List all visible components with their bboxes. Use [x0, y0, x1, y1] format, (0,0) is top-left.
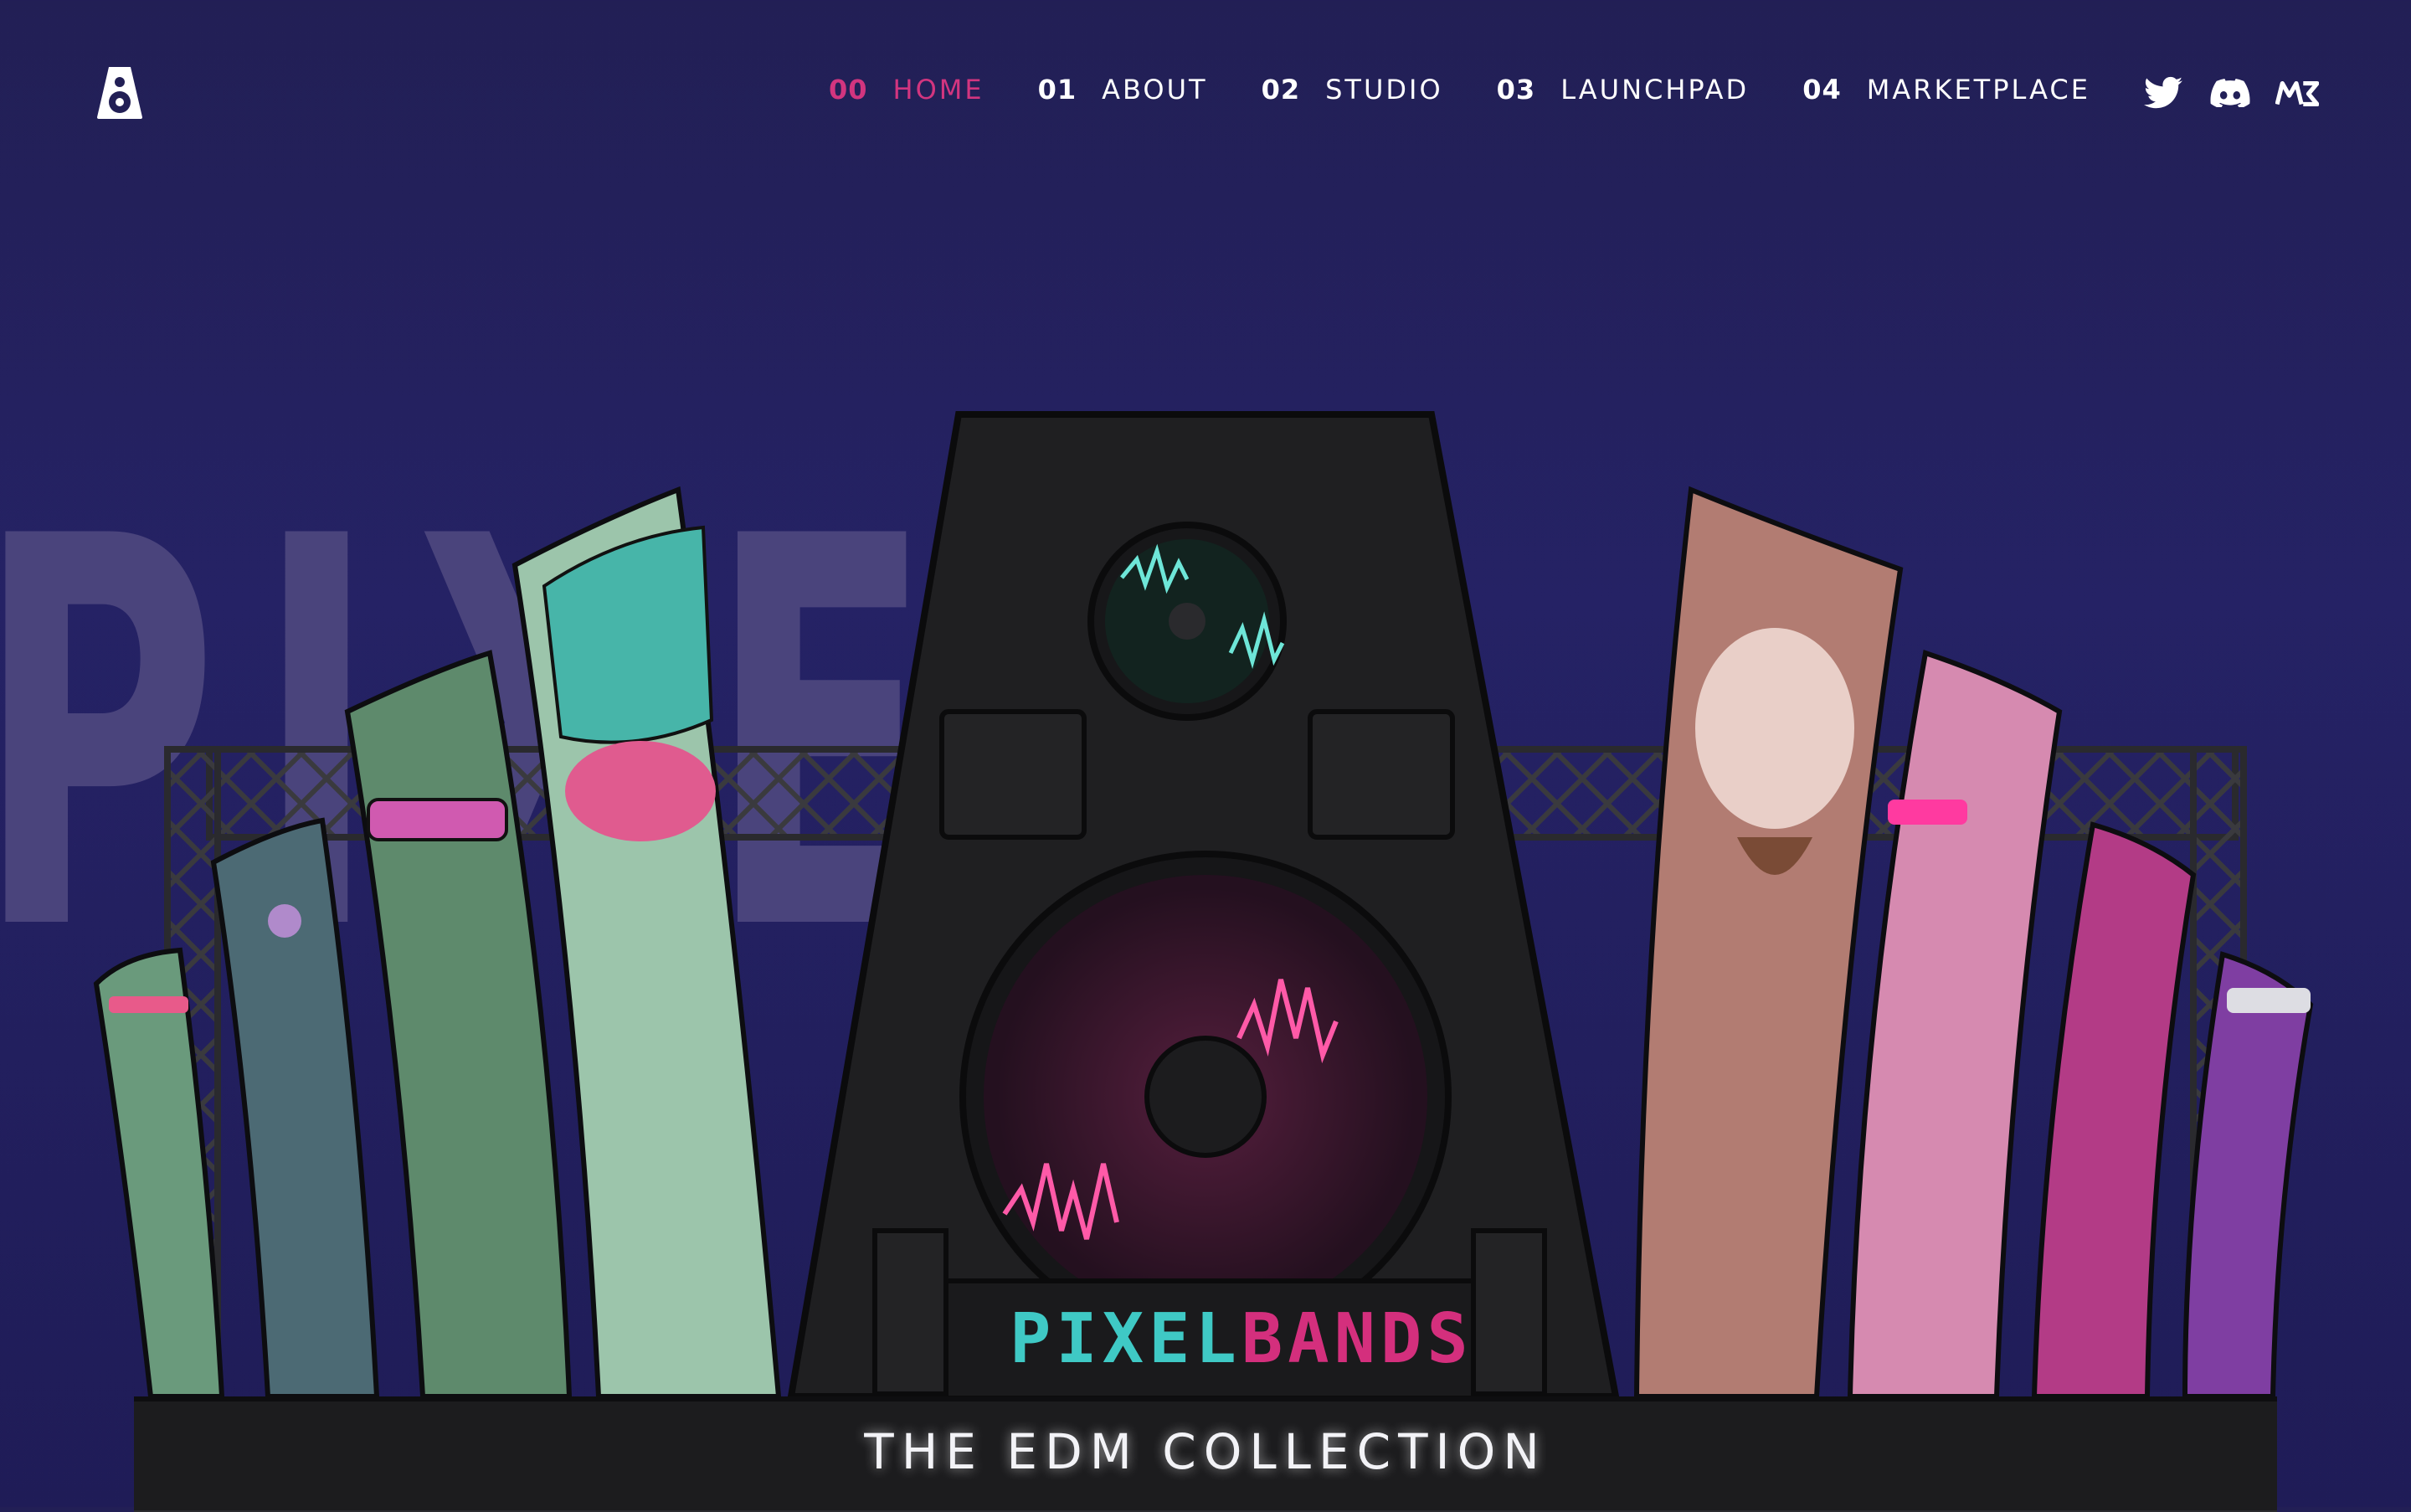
discord-icon[interactable] [2208, 74, 2252, 112]
main-nav: 00 HOME 01 ABOUT 02 STUDIO 03 LAUNCHPAD … [829, 74, 2144, 105]
nav-number: 02 [1261, 74, 1301, 105]
nav-item-home[interactable]: 00 HOME [829, 74, 984, 105]
brand-name-part1: PIXEL [1010, 1299, 1241, 1379]
character-panel-right-3 [2031, 821, 2197, 1399]
central-speaker [787, 411, 1620, 1401]
stage-brand-wordmark: PIXELBANDS [1010, 1299, 1473, 1379]
nav-label: LAUNCHPAD [1560, 74, 1750, 105]
hero-subtitle: THE EDM COLLECTION [864, 1423, 1547, 1480]
twitter-icon[interactable] [2141, 74, 2185, 112]
nav-label: STUDIO [1325, 74, 1443, 105]
nav-label: ABOUT [1102, 74, 1208, 105]
nav-label: HOME [892, 74, 984, 105]
brand-name-part2: BANDS [1241, 1299, 1473, 1379]
nav-number: 04 [1802, 74, 1842, 105]
speaker-logo-icon[interactable] [95, 65, 144, 121]
nav-number: 00 [829, 74, 868, 105]
hero-illustration [93, 411, 2314, 1406]
nav-label: MARKETPLACE [1866, 74, 2090, 105]
nav-item-about[interactable]: 01 ABOUT [1038, 74, 1208, 105]
nav-item-studio[interactable]: 02 STUDIO [1262, 74, 1443, 105]
nav-number: 01 [1037, 74, 1077, 105]
nav-item-launchpad[interactable]: 03 LAUNCHPAD [1497, 74, 1750, 105]
nav-number: 03 [1496, 74, 1536, 105]
magic-eden-icon[interactable] [2275, 74, 2319, 112]
nav-item-marketplace[interactable]: 04 MARKETPLACE [1802, 74, 2090, 105]
character-panel-left-2 [210, 817, 380, 1399]
